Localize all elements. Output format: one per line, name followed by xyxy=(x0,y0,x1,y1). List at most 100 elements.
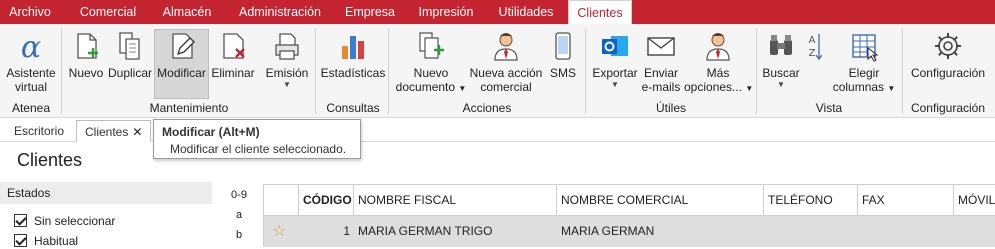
mobile-phone-icon xyxy=(555,32,571,60)
checkbox-checked[interactable] xyxy=(14,234,27,247)
group-vista: Vista xyxy=(815,101,843,115)
menu-administracion[interactable]: Administración xyxy=(230,0,330,24)
menu-impresion[interactable]: Impresión xyxy=(410,0,482,24)
nueva-accion-label-2: comercial xyxy=(480,80,532,94)
group-consultas: Consultas xyxy=(326,101,380,115)
column-header-nombre-comercial[interactable]: NOMBRE COMERCIAL xyxy=(557,185,764,216)
nuevo-documento-button[interactable]: Nuevo documento ▼ xyxy=(394,30,468,110)
modificar-button[interactable]: Modificar xyxy=(154,29,209,99)
star-icon[interactable]: ☆ xyxy=(272,216,294,247)
state-label: Sin seleccionar xyxy=(34,214,116,228)
svg-text:Z: Z xyxy=(809,48,816,59)
binoculars-icon xyxy=(770,35,792,55)
delete-document-icon xyxy=(223,33,245,59)
mas-label-1: Más xyxy=(706,66,730,80)
alpha-index-a[interactable]: a xyxy=(226,209,252,221)
tooltip: Modificar (Alt+M) Modificar el cliente s… xyxy=(153,119,361,159)
chevron-down-icon: ▼ xyxy=(887,84,896,93)
column-header-favorite[interactable] xyxy=(264,185,299,216)
sms-button[interactable]: SMS xyxy=(546,30,580,110)
chevron-down-icon: ▼ xyxy=(611,80,619,89)
mas-label-2: opciones... ▼ xyxy=(684,80,753,96)
new-document-icon xyxy=(77,33,98,59)
configuracion-button[interactable]: Configuración xyxy=(906,30,990,110)
cell-fax xyxy=(858,216,954,247)
chevron-down-icon: ▼ xyxy=(777,80,785,89)
menu-archivo[interactable]: Archivo xyxy=(0,0,60,24)
column-header-nombre-fiscal[interactable]: NOMBRE FISCAL xyxy=(354,185,557,216)
column-header-movil[interactable]: MÓVIL xyxy=(954,185,995,216)
nuevo-documento-label-2: documento ▼ xyxy=(394,80,468,96)
table-row[interactable]: ☆ 1 MARIA GERMAN TRIGO MARIA GERMAN xyxy=(264,216,995,247)
salesperson-icon xyxy=(494,33,518,61)
cell-nombre-comercial: MARIA GERMAN xyxy=(561,224,655,238)
nueva-accion-label-1: Nueva acción xyxy=(469,66,543,80)
alpha-index-b[interactable]: b xyxy=(226,229,252,241)
outlook-icon xyxy=(602,36,628,56)
edit-document-icon xyxy=(171,33,195,59)
tab-clientes[interactable]: Clientes ✕ xyxy=(76,120,152,142)
menu-bar: Archivo Comercial Almacén Administración… xyxy=(0,0,995,24)
gear-icon xyxy=(935,33,961,59)
column-header-codigo[interactable]: CÓDIGO xyxy=(299,185,354,216)
alpha-index-0-9[interactable]: 0-9 xyxy=(226,189,252,201)
chevron-down-icon: ▼ xyxy=(283,80,291,89)
menu-clientes[interactable]: Clientes xyxy=(568,0,632,24)
tooltip-text: Modificar el cliente seleccionado. xyxy=(170,142,347,156)
enviar-emails-button[interactable]: Enviar e-mails xyxy=(640,30,682,110)
exportar-button[interactable]: Exportar ▼ xyxy=(590,30,640,110)
asistente-label-1: Asistente xyxy=(6,66,56,80)
separator xyxy=(388,28,389,114)
ribbon: α Asistente virtual Atenea Nuevo Duplica… xyxy=(0,24,995,118)
menu-utilidades[interactable]: Utilidades xyxy=(490,0,562,24)
cell-nombre-fiscal: MARIA GERMAN TRIGO xyxy=(358,224,493,238)
asistente-virtual-button[interactable]: α Asistente virtual xyxy=(3,30,59,110)
buscar-label: Buscar xyxy=(762,66,800,80)
checkbox-checked[interactable] xyxy=(14,214,27,227)
elegir-columnas-button[interactable]: Elegir columnas ▼ xyxy=(830,30,898,110)
sort-button[interactable]: A Z xyxy=(802,30,822,110)
enviar-label-2: e-mails xyxy=(641,80,681,94)
duplicar-button[interactable]: Duplicar xyxy=(107,30,153,110)
configuracion-label: Configuración xyxy=(910,66,986,80)
close-icon[interactable]: ✕ xyxy=(132,125,142,139)
cell-telefono xyxy=(764,216,858,247)
nuevo-label: Nuevo xyxy=(68,66,104,80)
alpha-icon: α xyxy=(21,30,41,62)
eliminar-button[interactable]: Eliminar xyxy=(210,30,256,110)
emision-button[interactable]: Emisión ▼ xyxy=(264,30,310,110)
cell-movil xyxy=(954,216,995,247)
nueva-accion-comercial-button[interactable]: Nueva acción comercial xyxy=(468,30,544,110)
elegir-label-1: Elegir xyxy=(848,66,880,80)
new-documents-icon xyxy=(419,32,444,59)
separator xyxy=(585,28,586,114)
estadisticas-label: Estadísticas xyxy=(320,66,386,80)
state-sin-seleccionar[interactable]: Sin seleccionar xyxy=(14,213,115,229)
menu-comercial[interactable]: Comercial xyxy=(70,0,146,24)
menu-almacen[interactable]: Almacén xyxy=(152,0,222,24)
tooltip-title: Modificar (Alt+M) xyxy=(162,125,260,139)
duplicar-label: Duplicar xyxy=(107,66,152,80)
asistente-label-2: virtual xyxy=(14,80,47,94)
nuevo-button[interactable]: Nuevo xyxy=(66,30,106,110)
column-header-telefono[interactable]: TELÉFONO xyxy=(764,185,858,216)
modificar-label: Modificar xyxy=(157,66,206,80)
buscar-button[interactable]: Buscar ▼ xyxy=(760,30,802,110)
group-acciones: Acciones xyxy=(462,101,512,115)
enviar-label-1: Enviar xyxy=(643,66,678,80)
tab-clientes-label: Clientes xyxy=(85,125,129,139)
estadisticas-button[interactable]: Estadísticas xyxy=(320,30,386,110)
column-header-fax[interactable]: FAX xyxy=(858,185,954,216)
separator xyxy=(902,28,903,114)
menu-empresa[interactable]: Empresa xyxy=(338,0,402,24)
tab-escritorio[interactable]: Escritorio xyxy=(6,120,72,142)
state-label: Habitual xyxy=(34,234,79,248)
page-title: Clientes xyxy=(17,150,83,170)
elegir-columnas-text: columnas xyxy=(832,80,885,94)
nuevo-documento-label-1: Nuevo xyxy=(413,66,449,80)
mas-opciones-text: opciones... xyxy=(684,80,743,94)
sort-az-icon: A Z xyxy=(809,34,822,61)
group-mantenimiento: Mantenimiento xyxy=(149,101,229,115)
mas-opciones-button[interactable]: Más opciones... ▼ xyxy=(684,30,753,110)
sms-label: SMS xyxy=(549,66,576,80)
